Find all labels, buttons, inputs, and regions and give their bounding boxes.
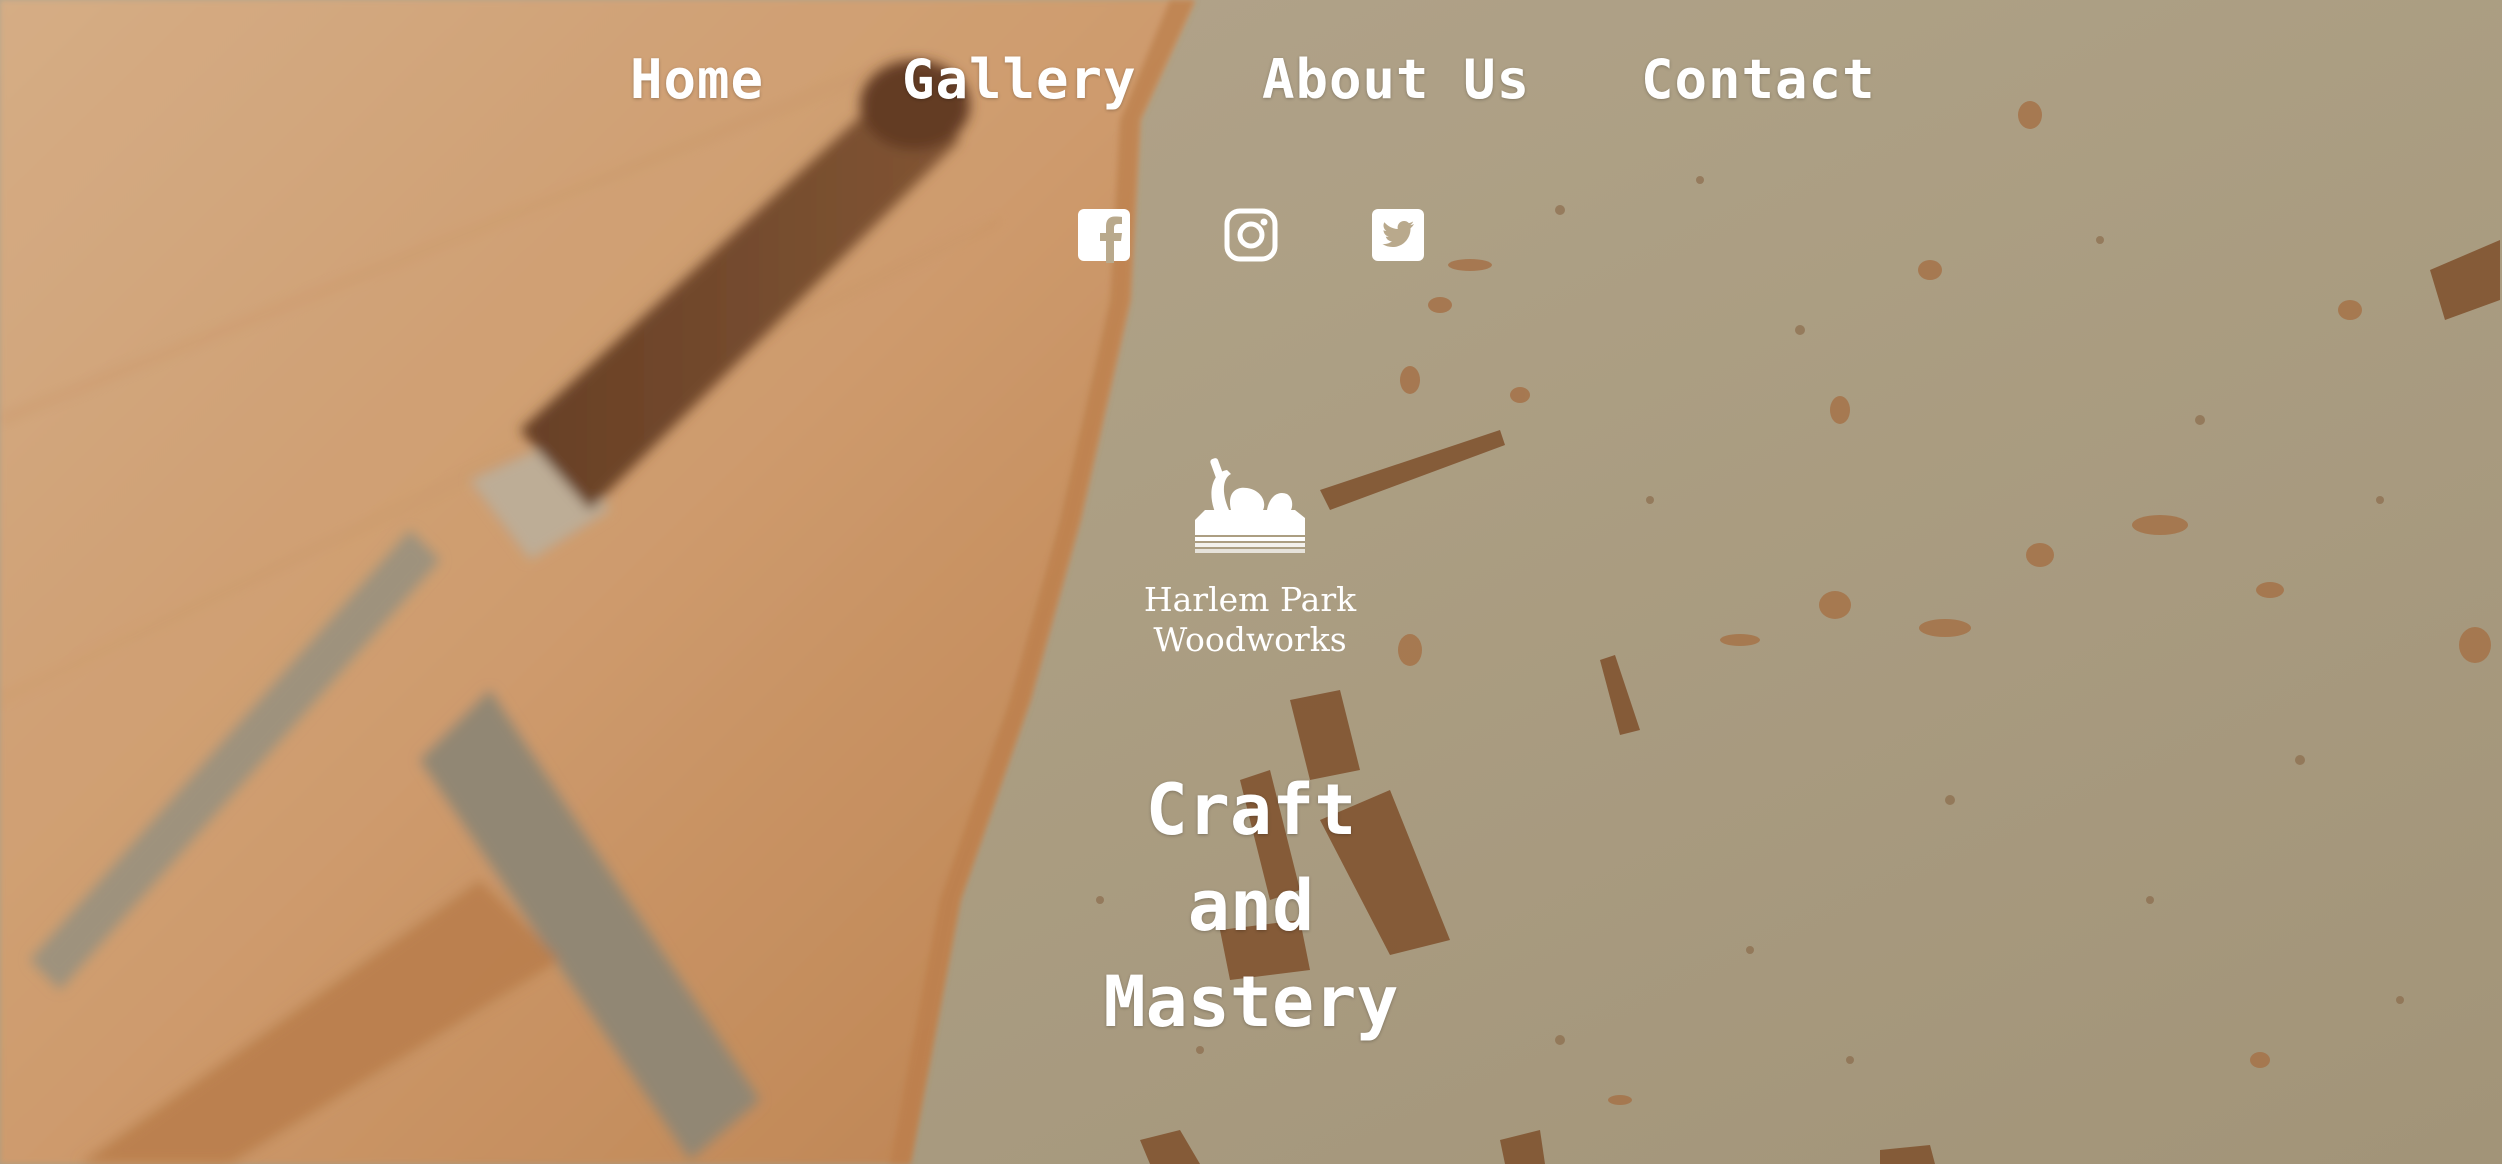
- tagline-line-1: Craft: [1145, 769, 1357, 851]
- social-links: [0, 207, 2502, 267]
- brand-name-line1: Harlem Park: [1143, 580, 1357, 619]
- brand-name: Harlem Park Woodworks: [1110, 580, 1390, 660]
- nav-link-gallery[interactable]: Gallery: [902, 48, 1137, 111]
- tagline-line-3: Mastery: [1103, 961, 1399, 1043]
- facebook-icon[interactable]: [1076, 207, 1132, 263]
- instagram-icon[interactable]: [1223, 207, 1279, 263]
- twitter-icon[interactable]: [1370, 207, 1426, 263]
- tagline-line-2: and: [1187, 865, 1315, 947]
- hand-plane-icon: [1195, 458, 1305, 553]
- main-nav: Home Gallery About Us Contact: [0, 48, 2502, 128]
- brand-name-line2: Woodworks: [1153, 620, 1347, 659]
- nav-link-home[interactable]: Home: [630, 48, 764, 111]
- hero-section: Home Gallery About Us Contact Harlem Par…: [0, 0, 2502, 1164]
- nav-link-contact[interactable]: Contact: [1641, 48, 1876, 111]
- nav-link-about-us[interactable]: About Us: [1262, 48, 1530, 111]
- brand-logo[interactable]: Harlem Park Woodworks: [1110, 440, 1390, 680]
- hero-tagline: Craft and Mastery: [1051, 762, 1451, 1050]
